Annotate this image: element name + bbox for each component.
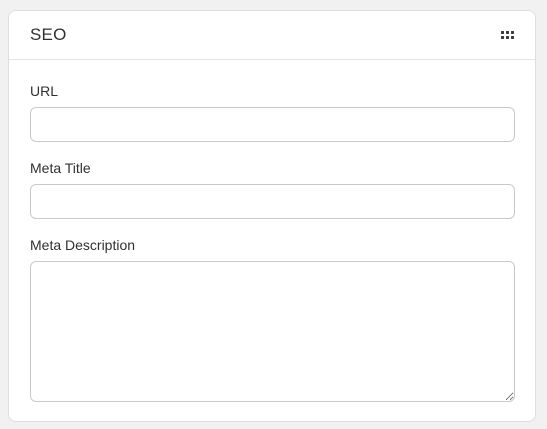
url-label: URL — [30, 83, 59, 99]
drag-handle-icon[interactable] — [501, 31, 515, 41]
url-field-group: URL — [30, 82, 515, 142]
meta-title-field-group: Meta Title — [30, 159, 515, 219]
meta-description-textarea[interactable] — [30, 261, 515, 402]
url-input[interactable] — [30, 107, 515, 142]
meta-description-label: Meta Description — [30, 237, 136, 253]
card-header: SEO — [9, 11, 535, 60]
meta-description-field-group: Meta Description — [30, 236, 515, 402]
meta-title-input[interactable] — [30, 184, 515, 219]
meta-title-label: Meta Title — [30, 160, 91, 176]
card-body: URL Meta Title Meta Description — [9, 60, 535, 402]
card-title: SEO — [30, 25, 67, 44]
seo-card: SEO URL Meta Title Meta Description — [8, 10, 536, 422]
